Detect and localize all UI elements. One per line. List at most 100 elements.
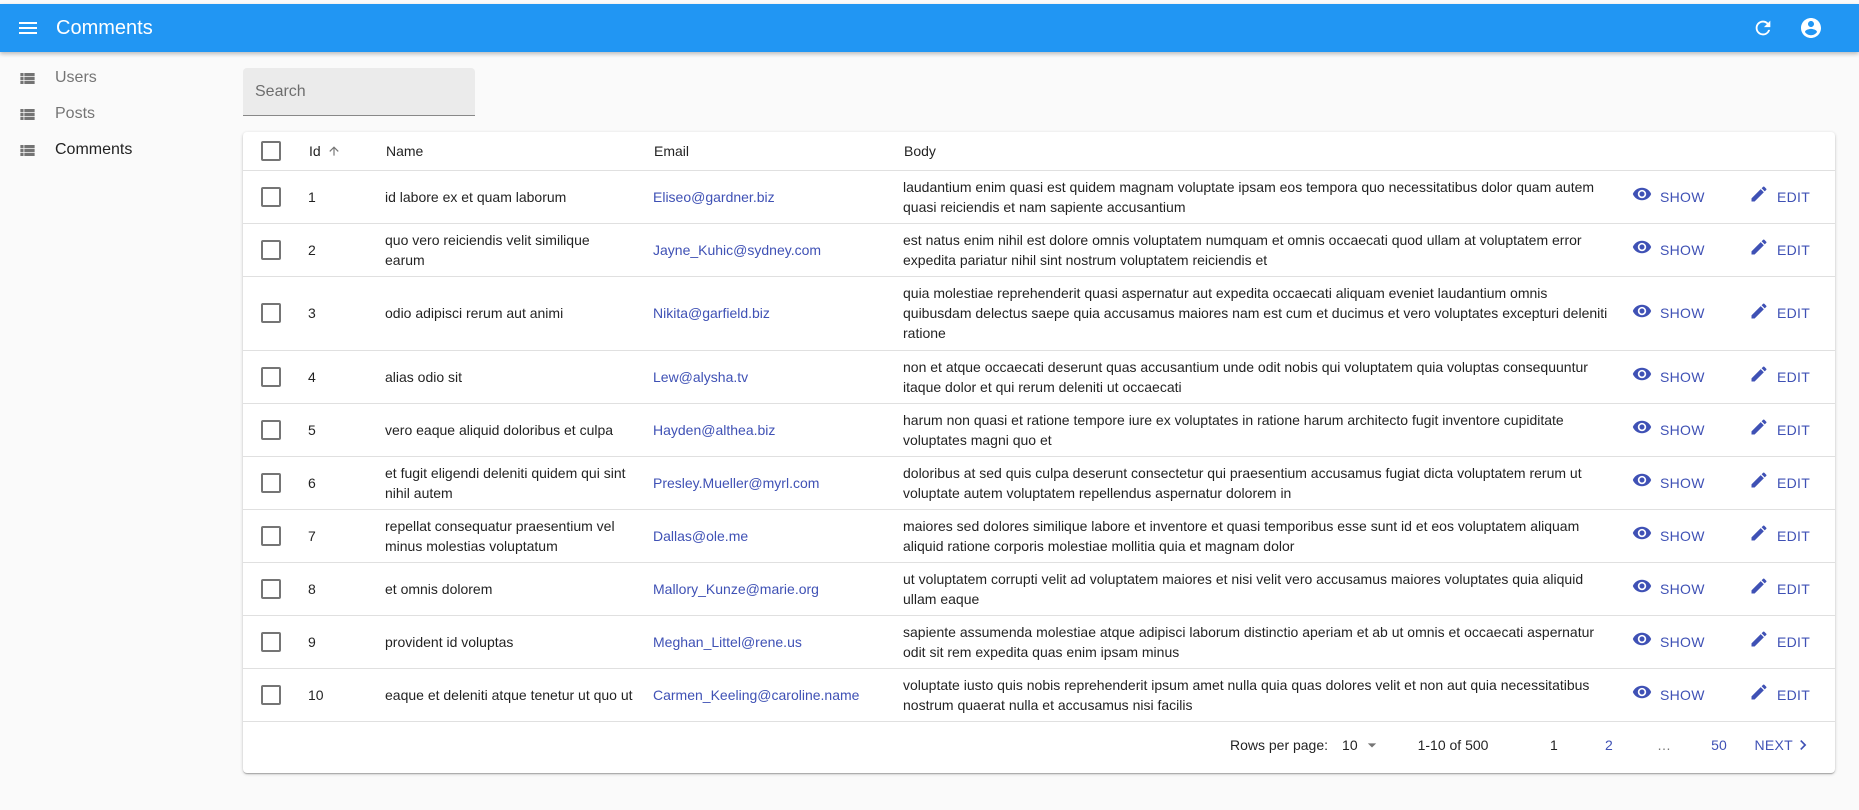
row-checkbox[interactable] [261,631,281,652]
refresh-button[interactable] [1739,4,1787,52]
name-cell: et fugit eligendi deleniti quidem qui si… [385,456,653,510]
eye-icon [1632,301,1660,326]
email-link[interactable]: Dallas@ole.me [653,528,748,544]
email-link[interactable]: Meghan_Littel@rene.us [653,634,802,650]
pencil-icon [1749,237,1777,262]
sidebar-item-posts[interactable]: Posts [0,96,230,132]
edit-button[interactable]: EDIT [1749,576,1810,601]
show-label: SHOW [1660,474,1705,491]
row-checkbox[interactable] [261,419,281,440]
table-row[interactable]: 1 id labore ex et quam laborum Eliseo@gard… [243,170,1835,224]
column-header-email[interactable]: Email [653,132,903,171]
show-button[interactable]: SHOW [1632,523,1705,548]
row-checkbox[interactable] [261,525,281,546]
column-header-label: Name [386,142,424,159]
show-button[interactable]: SHOW [1632,576,1705,601]
table-row[interactable]: 7 repellat consequatur praesentium vel mi… [243,509,1835,563]
edit-label: EDIT [1777,368,1811,385]
show-cell: SHOW [1632,403,1749,457]
row-checkbox[interactable] [261,366,281,387]
edit-button[interactable]: EDIT [1749,237,1810,262]
eye-icon [1632,523,1660,548]
edit-button[interactable]: EDIT [1749,523,1810,548]
page-button-2[interactable]: 2 [1581,737,1636,753]
email-link[interactable]: Presley.Mueller@myrl.com [653,475,819,491]
show-button[interactable]: SHOW [1632,364,1705,389]
show-button[interactable]: SHOW [1632,301,1705,326]
page-title: Comments [56,16,153,39]
name-cell: vero eaque aliquid doloribus et culpa [385,403,653,457]
email-link[interactable]: Hayden@althea.biz [653,422,775,438]
email-cell: Lew@alysha.tv [653,350,903,404]
email-link[interactable]: Eliseo@gardner.biz [653,189,775,205]
column-header-id[interactable]: Id [308,132,385,171]
body-cell: quia molestiae reprehenderit quasi asper… [903,276,1632,351]
show-label: SHOW [1660,527,1705,544]
row-select-cell [243,276,308,351]
select-all-checkbox[interactable] [261,140,281,161]
sidebar-item-comments[interactable]: Comments [0,132,230,168]
pencil-icon [1749,301,1777,326]
table-header-row: Id Name Email Body [243,132,1835,171]
show-button[interactable]: SHOW [1632,470,1705,495]
email-cell: Dallas@ole.me [653,509,903,563]
edit-button[interactable]: EDIT [1749,364,1810,389]
page-button-1[interactable]: 1 [1526,737,1581,753]
column-header-body[interactable]: Body [903,132,1632,171]
edit-button[interactable]: EDIT [1749,682,1810,707]
page-button-50[interactable]: 50 [1691,737,1746,753]
body-cell: laudantium enim quasi est quidem magnam … [903,170,1632,224]
row-checkbox[interactable] [261,684,281,705]
rows-per-page-value: 10 [1342,737,1358,753]
email-link[interactable]: Nikita@garfield.biz [653,305,770,321]
table-row[interactable]: 2 quo vero reiciendis velit similique ear… [243,223,1835,277]
account-button[interactable] [1787,4,1835,52]
pencil-icon [1749,364,1777,389]
table-row[interactable]: 6 et fugit eligendi deleniti quidem qui s… [243,456,1835,510]
edit-button[interactable]: EDIT [1749,629,1810,654]
email-link[interactable]: Mallory_Kunze@marie.org [653,581,819,597]
column-header-name[interactable]: Name [385,132,653,171]
edit-button[interactable]: EDIT [1749,184,1810,209]
table-row[interactable]: 3 odio adipisci rerum aut animi Nikita@gar… [243,276,1835,351]
body-cell: maiores sed dolores similique labore et … [903,509,1632,563]
row-checkbox[interactable] [261,186,281,207]
email-link[interactable]: Carmen_Keeling@caroline.name [653,687,859,703]
table-row[interactable]: 5 vero eaque aliquid doloribus et culpa Ha… [243,403,1835,457]
show-button[interactable]: SHOW [1632,417,1705,442]
edit-button[interactable]: EDIT [1749,301,1810,326]
show-button[interactable]: SHOW [1632,629,1705,654]
show-label: SHOW [1660,686,1705,703]
rows-per-page-select[interactable]: 10 [1342,735,1382,755]
edit-button[interactable]: EDIT [1749,417,1810,442]
next-page-button[interactable]: NEXT [1754,735,1813,755]
show-button[interactable]: SHOW [1632,682,1705,707]
row-checkbox[interactable] [261,472,281,493]
row-checkbox[interactable] [261,578,281,599]
search-field[interactable] [243,68,475,116]
email-link[interactable]: Jayne_Kuhic@sydney.com [653,242,821,258]
search-input[interactable] [243,68,475,115]
show-label: SHOW [1660,421,1705,438]
column-header-label: Email [654,142,690,159]
id-cell: 3 [308,276,385,351]
table-row[interactable]: 9 provident id voluptas Meghan_Littel@rene… [243,615,1835,669]
table-row[interactable]: 4 alias odio sit Lew@alysha.tv non et atque… [243,350,1835,404]
row-checkbox[interactable] [261,239,281,260]
eye-icon [1632,576,1660,601]
show-label: SHOW [1660,633,1705,650]
chevron-right-icon [1800,740,1807,750]
edit-button[interactable]: EDIT [1749,470,1810,495]
show-button[interactable]: SHOW [1632,184,1705,209]
sidebar: Users Posts Comments [0,60,230,168]
show-button[interactable]: SHOW [1632,237,1705,262]
row-checkbox[interactable] [261,303,281,323]
table-row[interactable]: 10 eaque et deleniti atque tenetur ut quo… [243,668,1835,722]
menu-button[interactable] [0,4,56,52]
table-row[interactable]: 8 et omnis dolorem Mallory_Kunze@marie.org… [243,562,1835,616]
email-link[interactable]: Lew@alysha.tv [653,369,748,385]
name-cell: odio adipisci rerum aut animi [385,276,653,351]
sidebar-item-users[interactable]: Users [0,60,230,96]
row-select-cell [243,668,308,722]
row-select-cell [243,350,308,404]
